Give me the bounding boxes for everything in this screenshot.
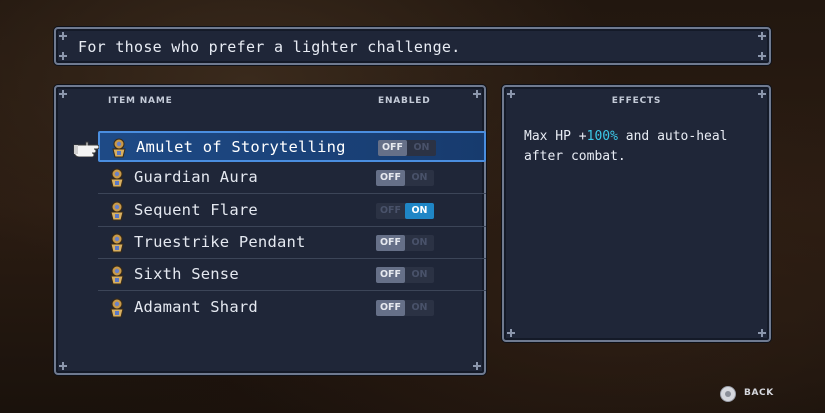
- item-name: Truestrike Pendant: [134, 232, 306, 251]
- enabled-toggle[interactable]: OFF ON: [376, 267, 434, 284]
- enabled-toggle[interactable]: OFF ON: [376, 299, 434, 316]
- toggle-off-option[interactable]: OFF: [376, 170, 405, 187]
- corner-ornament: [758, 32, 766, 40]
- toggle-on-option[interactable]: ON: [407, 140, 436, 156]
- item-row[interactable]: Amulet of Storytelling OFF ON: [98, 131, 486, 162]
- enabled-toggle[interactable]: OFF ON: [376, 234, 434, 251]
- item-name: Amulet of Storytelling: [136, 138, 346, 156]
- effects-text-before: Max HP +: [524, 129, 587, 144]
- corner-ornament: [758, 329, 766, 337]
- toggle-off-option[interactable]: OFF: [378, 140, 407, 156]
- corner-ornament: [507, 329, 515, 337]
- description-text: For those who prefer a lighter challenge…: [78, 38, 461, 56]
- corner-ornament: [758, 52, 766, 60]
- effects-title: EFFECTS: [611, 96, 662, 106]
- corner-ornament: [59, 52, 67, 60]
- column-header-enabled: ENABLED: [378, 96, 431, 106]
- item-row[interactable]: Sequent Flare OFF ON: [98, 196, 486, 227]
- back-label: BACK: [744, 388, 774, 398]
- items-panel: ITEM NAME ENABLED Amulet of Storytelling…: [54, 85, 486, 375]
- relic-icon: [110, 201, 124, 221]
- toggle-on-option[interactable]: ON: [405, 300, 434, 316]
- corner-ornament: [59, 90, 67, 98]
- circle-button-icon: [720, 386, 736, 402]
- enabled-toggle[interactable]: OFF ON: [376, 170, 434, 187]
- toggle-on-option[interactable]: ON: [405, 235, 434, 251]
- toggle-off-option[interactable]: OFF: [376, 234, 405, 251]
- item-row[interactable]: Adamant Shard OFF ON: [98, 293, 486, 324]
- toggle-off-option[interactable]: OFF: [376, 267, 405, 284]
- toggle-off-option[interactable]: OFF: [376, 299, 405, 316]
- item-name: Guardian Aura: [134, 168, 258, 187]
- corner-ornament: [59, 32, 67, 40]
- relic-icon: [110, 168, 124, 188]
- effects-highlight-value: 100%: [586, 129, 618, 144]
- toggle-on-option[interactable]: ON: [405, 267, 434, 283]
- toggle-on-option[interactable]: ON: [405, 170, 434, 186]
- corner-ornament: [473, 362, 481, 370]
- description-panel: For those who prefer a lighter challenge…: [54, 27, 771, 65]
- enabled-toggle[interactable]: OFF ON: [378, 140, 436, 156]
- relic-icon: [110, 265, 124, 285]
- toggle-off-option[interactable]: OFF: [376, 203, 405, 219]
- corner-ornament: [59, 362, 67, 370]
- item-row[interactable]: Sixth Sense OFF ON: [98, 260, 486, 292]
- toggle-on-option[interactable]: ON: [405, 202, 434, 219]
- enabled-toggle[interactable]: OFF ON: [376, 202, 434, 219]
- relic-icon: [112, 138, 126, 158]
- item-name: Sixth Sense: [134, 265, 239, 284]
- item-name: Adamant Shard: [134, 297, 258, 316]
- corner-ornament: [473, 90, 481, 98]
- relic-icon: [110, 298, 124, 317]
- item-row[interactable]: Guardian Aura OFF ON: [98, 163, 486, 195]
- hand-pointer-icon: [73, 141, 99, 157]
- effects-description: Max HP +100% and auto-heal after combat.: [524, 127, 754, 167]
- column-header-item-name: ITEM NAME: [108, 96, 173, 106]
- relic-icon: [110, 233, 124, 253]
- effects-panel: EFFECTS Max HP +100% and auto-heal after…: [502, 85, 771, 342]
- item-row[interactable]: Truestrike Pendant OFF ON: [98, 228, 486, 259]
- item-name: Sequent Flare: [134, 200, 258, 219]
